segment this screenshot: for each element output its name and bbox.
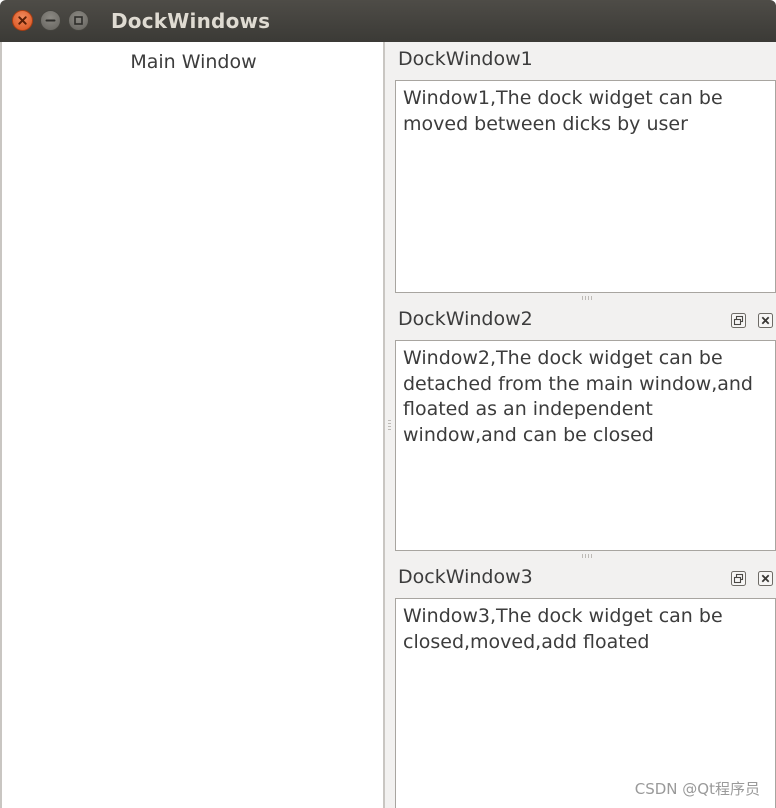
dock-text-edit-2[interactable]: Window2,The dock widget can be detached … — [395, 340, 776, 551]
dock-title-1[interactable]: DockWindow1 — [398, 48, 533, 70]
dock-float-button-3[interactable] — [731, 571, 746, 586]
window-title: DockWindows — [111, 9, 271, 33]
main-window-label: Main Window — [130, 51, 257, 73]
title-bar: DockWindows — [0, 0, 776, 42]
watermark: CSDN @Qt程序员 — [634, 780, 760, 798]
dock-splitter-1[interactable] — [394, 293, 776, 303]
dock-text-edit-3[interactable]: Window3,The dock widget can be closed,mo… — [395, 598, 776, 808]
close-icon — [758, 313, 773, 328]
dock-float-button-2[interactable] — [731, 313, 746, 328]
maximize-icon — [74, 16, 83, 25]
minimize-button[interactable] — [40, 10, 61, 31]
dock-area-splitter[interactable] — [385, 42, 394, 808]
dock-title-3[interactable]: DockWindow3 — [398, 566, 533, 588]
dock-area: DockWindow1 Window1,The dock widget can … — [394, 42, 776, 808]
dock-splitter-2[interactable] — [394, 551, 776, 561]
dock-close-button-2[interactable] — [758, 313, 773, 328]
dock-text-edit-1[interactable]: Window1,The dock widget can be moved bet… — [395, 80, 776, 293]
splitter-grip-icon — [582, 296, 592, 300]
dock-title-2[interactable]: DockWindow2 — [398, 308, 533, 330]
float-icon — [731, 571, 746, 586]
close-button[interactable] — [12, 10, 33, 31]
float-icon — [731, 313, 746, 328]
close-icon — [18, 16, 27, 25]
maximize-button[interactable] — [68, 10, 89, 31]
splitter-grip-icon — [582, 554, 592, 558]
close-icon — [758, 571, 773, 586]
main-window-area: Main Window — [0, 42, 385, 808]
dock-close-button-3[interactable] — [758, 571, 773, 586]
splitter-grip-icon — [388, 420, 391, 432]
minimize-icon — [45, 19, 56, 22]
